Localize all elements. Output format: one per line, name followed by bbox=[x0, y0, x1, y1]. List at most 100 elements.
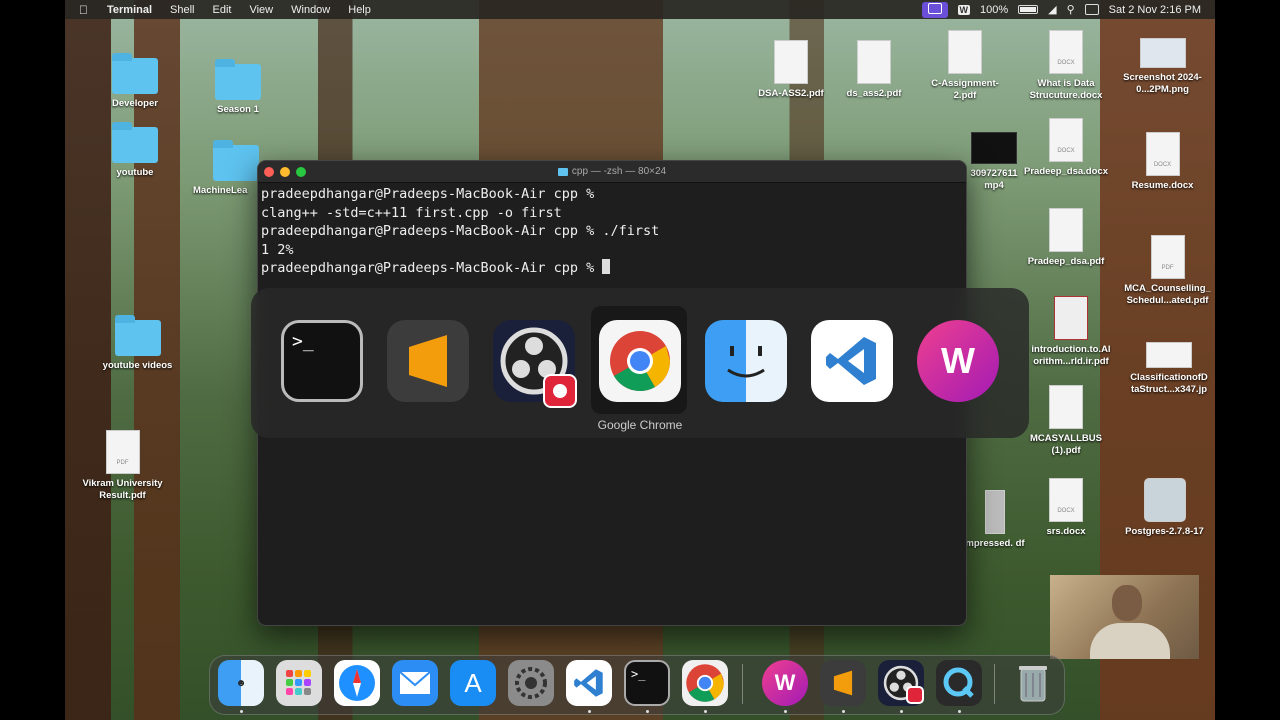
desktop-folder-youtube[interactable]: youtube bbox=[105, 122, 165, 179]
minimize-button[interactable] bbox=[280, 167, 290, 177]
desktop-file-video[interactable]: 309727611 mp4 bbox=[967, 132, 1021, 192]
docx-file-icon: DOCX bbox=[1049, 478, 1083, 522]
folder-icon bbox=[215, 59, 261, 100]
terminal-line: 1 2% bbox=[261, 241, 294, 258]
docx-file-icon: DOCX bbox=[1049, 118, 1083, 162]
desktop-file-vikram-result[interactable]: PDF Vikram University Result.pdf bbox=[75, 430, 170, 502]
folder-icon bbox=[114, 315, 161, 356]
app-switcher: >_ W Google Chrome bbox=[251, 288, 1029, 438]
terminal-output[interactable]: pradeepdhangar@Pradeeps-MacBook-Air cpp … bbox=[258, 183, 966, 280]
switcher-selected-label: Google Chrome bbox=[597, 418, 683, 432]
switcher-app-vscode[interactable] bbox=[803, 306, 899, 414]
dock-finder-icon[interactable]: ☻ bbox=[218, 660, 264, 706]
pdf-file-icon bbox=[948, 30, 982, 74]
menu-view[interactable]: View bbox=[240, 4, 282, 16]
desktop-file-resume[interactable]: DOCX Resume.docx bbox=[1120, 132, 1205, 192]
disk-image-icon bbox=[1143, 478, 1186, 522]
dock-terminal-icon[interactable]: >_ bbox=[624, 660, 670, 706]
dock: ☻ A >_ W bbox=[209, 655, 1065, 715]
dock-app-store-icon[interactable]: A bbox=[450, 660, 496, 706]
dock-launchpad-icon[interactable] bbox=[276, 660, 322, 706]
pdf-file-icon bbox=[1049, 385, 1083, 429]
desktop-file-classification[interactable]: ClassificationofD taStruct...x347.jp bbox=[1123, 342, 1215, 396]
desktop-folder-machinelearning[interactable]: MachineLea bbox=[193, 140, 259, 197]
dock-mail-icon[interactable] bbox=[392, 660, 438, 706]
desktop-file-what-is-data-structure[interactable]: DOCX What is Data Strucuture.docx bbox=[1021, 30, 1111, 102]
desktop-file-srs[interactable]: DOCX srs.docx bbox=[1021, 478, 1111, 538]
wifi-icon[interactable]: ◢ bbox=[1048, 3, 1056, 16]
desktop-folder-season-1[interactable]: Season 1 bbox=[208, 59, 268, 116]
desktop-file-intro-algorithms[interactable]: introduction.to.Al orithm...rld.ir.pdf bbox=[1023, 296, 1119, 368]
pdf-file-icon: PDF bbox=[105, 430, 140, 474]
battery-icon[interactable] bbox=[1018, 5, 1039, 14]
pdf-file-icon bbox=[1054, 296, 1088, 340]
desktop-folder-developer[interactable]: Developer bbox=[105, 53, 165, 110]
folder-icon bbox=[112, 122, 158, 163]
folder-icon bbox=[557, 167, 568, 176]
running-indicator bbox=[784, 710, 787, 713]
dock-safari-icon[interactable] bbox=[334, 660, 380, 706]
desktop-file-mca-syllabus[interactable]: MCASYALLBUS (1).pdf bbox=[1021, 385, 1111, 457]
desktop-file-pradeep-dsa-pdf[interactable]: Pradeep_dsa.pdf bbox=[1021, 208, 1111, 268]
desktop-disk-postgres[interactable]: Postgres-2.7.8-17 bbox=[1117, 478, 1212, 538]
terminal-line: pradeepdhangar@Pradeeps-MacBook-Air cpp … bbox=[261, 223, 660, 239]
dock-quicktime-icon[interactable] bbox=[936, 660, 982, 706]
running-indicator bbox=[704, 710, 707, 713]
terminal-prompt: pradeepdhangar@Pradeeps-MacBook-Air cpp … bbox=[261, 260, 603, 276]
sublime-text-icon bbox=[387, 320, 469, 402]
dock-separator bbox=[994, 664, 995, 704]
pdf-file-icon bbox=[857, 40, 891, 84]
terminal-icon: >_ bbox=[281, 320, 363, 402]
dock-sublime-icon[interactable] bbox=[820, 660, 866, 706]
search-icon[interactable]: ⚲ bbox=[1067, 3, 1075, 16]
switcher-app-chrome[interactable] bbox=[591, 306, 687, 414]
menu-window[interactable]: Window bbox=[282, 4, 339, 16]
switcher-app-terminal[interactable]: >_ bbox=[273, 306, 369, 414]
running-indicator bbox=[900, 710, 903, 713]
dock-wps-icon[interactable]: W bbox=[762, 660, 808, 706]
terminal-line: clang++ -std=c++11 first.cpp -o first bbox=[261, 204, 562, 221]
wps-office-icon: W bbox=[917, 320, 999, 402]
screen-record-icon[interactable] bbox=[921, 1, 948, 18]
menu-app-name[interactable]: Terminal bbox=[98, 4, 161, 16]
desktop-file-compressed[interactable]: mpressed. df bbox=[965, 490, 1025, 550]
dock-vscode-icon[interactable] bbox=[566, 660, 612, 706]
pdf-file-icon bbox=[1049, 208, 1083, 252]
recording-badge-icon bbox=[543, 374, 577, 408]
apple-menu-icon[interactable]:  bbox=[65, 3, 98, 17]
finder-icon bbox=[705, 320, 787, 402]
text-cursor bbox=[602, 259, 611, 274]
menu-help[interactable]: Help bbox=[339, 4, 380, 16]
desktop-file-dsa-ass2[interactable]: DSA-ASS2.pdf bbox=[751, 40, 831, 100]
vscode-icon bbox=[811, 320, 893, 402]
desktop-file-pradeep-dsa-docx[interactable]: DOCX Pradeep_dsa.docx bbox=[1021, 118, 1111, 178]
zoom-button[interactable] bbox=[296, 167, 306, 177]
running-indicator bbox=[240, 710, 243, 713]
desktop-file-mca-counselling[interactable]: PDF MCA_Counselling_ Schedul...ated.pdf bbox=[1120, 235, 1215, 307]
desktop-folder-youtube-videos[interactable]: youtube videos bbox=[90, 315, 185, 372]
battery-percent: 100% bbox=[980, 3, 1009, 16]
desktop-file-c-assignment[interactable]: C-Assignment-2.pdf bbox=[920, 30, 1010, 102]
running-indicator bbox=[646, 710, 649, 713]
running-indicator bbox=[588, 710, 591, 713]
control-center-icon[interactable] bbox=[1084, 4, 1099, 15]
docx-file-icon: DOCX bbox=[1049, 30, 1083, 74]
menu-bar:  Terminal Shell Edit View Window Help W… bbox=[65, 0, 1215, 19]
menu-edit[interactable]: Edit bbox=[204, 4, 241, 16]
clock[interactable]: Sat 2 Nov 2:16 PM bbox=[1109, 4, 1201, 16]
desktop:  Terminal Shell Edit View Window Help W… bbox=[65, 0, 1215, 720]
switcher-app-obs[interactable] bbox=[485, 306, 581, 414]
menu-shell[interactable]: Shell bbox=[161, 4, 203, 16]
switcher-app-finder[interactable] bbox=[697, 306, 793, 414]
switcher-app-sublime[interactable] bbox=[379, 306, 475, 414]
close-button[interactable] bbox=[264, 167, 274, 177]
dock-trash-icon[interactable] bbox=[1010, 660, 1056, 706]
wps-menu-icon[interactable]: W bbox=[957, 4, 970, 15]
desktop-file-ds-ass2[interactable]: ds_ass2.pdf bbox=[834, 40, 914, 100]
terminal-title-bar[interactable]: cpp — -zsh — 80×24 bbox=[258, 161, 966, 183]
dock-system-settings-icon[interactable] bbox=[508, 660, 554, 706]
dock-chrome-icon[interactable] bbox=[682, 660, 728, 706]
switcher-app-wps[interactable]: W bbox=[909, 306, 1005, 414]
desktop-file-screenshot[interactable]: Screenshot 2024-0...2PM.png bbox=[1115, 38, 1210, 96]
recording-badge-icon bbox=[906, 686, 924, 704]
